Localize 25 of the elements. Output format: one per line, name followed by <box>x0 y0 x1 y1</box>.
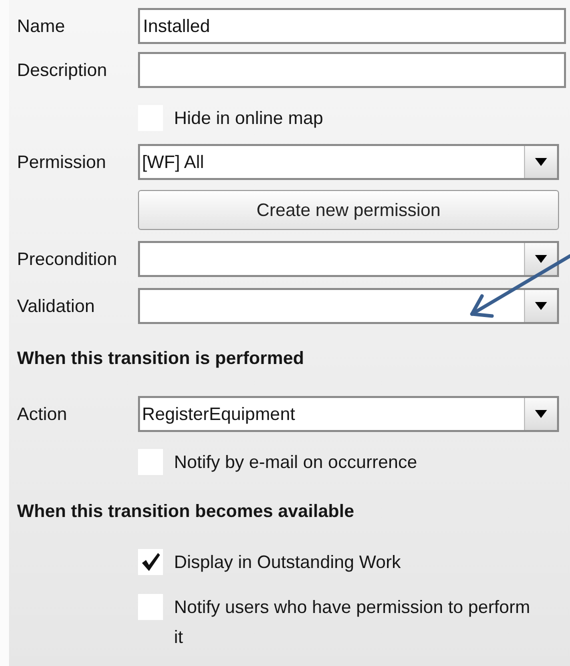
dropdown-arrow-icon[interactable] <box>535 158 547 166</box>
field-label: Validation <box>17 296 96 316</box>
input-field[interactable]: Installed <box>138 8 566 44</box>
dropdown[interactable]: RegisterEquipment <box>138 396 559 432</box>
field-label: Description <box>17 60 108 80</box>
dropdown[interactable] <box>138 288 559 324</box>
checkbox[interactable] <box>138 549 163 575</box>
checkmark-icon <box>140 552 160 572</box>
dropdown-arrow-icon[interactable] <box>535 410 547 418</box>
field-label: Precondition <box>17 248 118 270</box>
field-label: Name <box>17 16 66 36</box>
dropdown-arrow-icon[interactable] <box>535 255 547 263</box>
field-label: Action <box>17 404 68 424</box>
section-heading: When this transition becomes available <box>17 500 354 522</box>
field-label: Permission <box>17 152 108 172</box>
dropdown[interactable]: [WF] All <box>138 144 559 180</box>
checkbox-label: Notify users who have permission to perform it <box>174 596 532 649</box>
checkbox[interactable] <box>138 594 163 620</box>
section-heading: When this transition is performed <box>17 348 304 368</box>
checkbox-label: Notify by e-mail on occurrence <box>174 451 418 474</box>
checkbox-label: Hide in online map <box>174 107 324 130</box>
input-field[interactable] <box>138 52 566 88</box>
create-permission-button[interactable]: Create new permission <box>138 190 559 230</box>
dropdown-arrow-icon[interactable] <box>535 302 547 310</box>
checkbox-label: Display in Outstanding Work <box>174 551 402 574</box>
